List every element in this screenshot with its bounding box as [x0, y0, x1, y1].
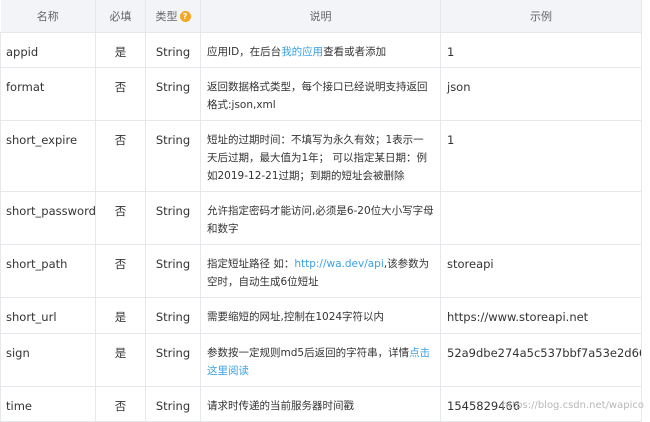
col-header-example: 示例	[440, 0, 642, 33]
param-name: short_expire	[0, 120, 96, 192]
param-type: String	[145, 297, 201, 334]
param-desc: 应用ID，在后台我的应用查看或者添加	[200, 32, 441, 68]
param-desc: 短址的过期时间：不填写为永久有效；1表示一天后过期，最大值为1年； 可以指定某日…	[200, 120, 441, 192]
param-required: 是	[95, 32, 146, 68]
param-example: json	[440, 67, 642, 121]
params-table: 名称 必填 类型? 说明 示例 appid 是 String 应用ID，在后台我…	[0, 0, 642, 422]
param-name: format	[0, 67, 96, 121]
param-example: 52a9dbe274a5c537bbf7a53e2d66c09f	[440, 333, 642, 387]
table-row: short_password 否 String 允许指定密码才能访问,必须是6-…	[0, 191, 642, 245]
param-required: 是	[95, 333, 146, 387]
table-row: sign 是 String 参数按一定规则md5后返回的字符串，详情点击这里阅读…	[0, 333, 642, 387]
param-example: https://www.storeapi.net	[440, 297, 642, 334]
desc-text: 短址的过期时间：不填写为永久有效；1表示一天后过期，最大值为1年； 可以指定某日…	[207, 134, 428, 182]
table-row: short_path 否 String 指定短址路径 如：http://wa.d…	[0, 244, 642, 298]
desc-link[interactable]: http://wa.dev/api	[294, 258, 383, 270]
param-desc: 允许指定密码才能访问,必须是6-20位大小写字母和数字	[200, 191, 441, 245]
param-type: String	[145, 333, 201, 387]
param-name: time	[0, 386, 96, 422]
desc-text-after: 查看或者添加	[323, 46, 387, 58]
table-row: appid 是 String 应用ID，在后台我的应用查看或者添加 1	[0, 32, 642, 68]
watermark: https://blog.csdn.net/wapico	[501, 400, 644, 411]
col-header-desc: 说明	[200, 0, 441, 33]
col-header-type: 类型?	[145, 0, 201, 33]
param-required: 否	[95, 386, 146, 422]
table-row: format 否 String 返回数据格式类型，每个接口已经说明支持返回格式:…	[0, 67, 642, 121]
param-required: 否	[95, 244, 146, 298]
param-type: String	[145, 120, 201, 192]
param-type: String	[145, 32, 201, 68]
param-desc: 需要缩短的网址,控制在1024字符以内	[200, 297, 441, 334]
param-type: String	[145, 67, 201, 121]
param-type: String	[145, 244, 201, 298]
param-example: 1	[440, 120, 642, 192]
param-desc: 返回数据格式类型，每个接口已经说明支持返回格式:json,xml	[200, 67, 441, 121]
param-desc: 指定短址路径 如：http://wa.dev/api,该参数为空时，自动生成6位…	[200, 244, 441, 298]
desc-text: 需要缩短的网址,控制在1024字符以内	[207, 311, 385, 323]
desc-text: 返回数据格式类型，每个接口已经说明支持返回格式:json,xml	[207, 81, 428, 111]
param-name: sign	[0, 333, 96, 387]
desc-text: 参数按一定规则md5后返回的字符串，详情	[207, 347, 410, 359]
param-example: storeapi	[440, 244, 642, 298]
param-name: short_password	[0, 191, 96, 245]
col-header-name: 名称	[0, 0, 96, 33]
param-example	[440, 191, 642, 245]
desc-link[interactable]: 我的应用	[281, 46, 323, 58]
param-required: 否	[95, 120, 146, 192]
desc-text: 请求时传递的当前服务器时间戳	[207, 400, 354, 412]
desc-text: 指定短址路径 如：	[207, 258, 295, 270]
param-name: short_url	[0, 297, 96, 334]
param-required: 是	[95, 297, 146, 334]
param-example: 1	[440, 32, 642, 68]
param-required: 否	[95, 67, 146, 121]
param-type: String	[145, 386, 201, 422]
col-header-type-label: 类型	[155, 10, 178, 23]
table-row: short_expire 否 String 短址的过期时间：不填写为永久有效；1…	[0, 120, 642, 192]
desc-text: 允许指定密码才能访问,必须是6-20位大小写字母和数字	[207, 205, 434, 235]
param-required: 否	[95, 191, 146, 245]
param-name: short_path	[0, 244, 96, 298]
param-desc: 参数按一定规则md5后返回的字符串，详情点击这里阅读	[200, 333, 441, 387]
table-row: short_url 是 String 需要缩短的网址,控制在1024字符以内 h…	[0, 297, 642, 334]
param-name: appid	[0, 32, 96, 68]
param-desc: 请求时传递的当前服务器时间戳	[200, 386, 441, 422]
param-type: String	[145, 191, 201, 245]
desc-text: 应用ID，在后台	[207, 46, 282, 58]
table-header-row: 名称 必填 类型? 说明 示例	[0, 0, 642, 33]
help-icon[interactable]: ?	[179, 11, 191, 22]
col-header-required: 必填	[95, 0, 146, 33]
